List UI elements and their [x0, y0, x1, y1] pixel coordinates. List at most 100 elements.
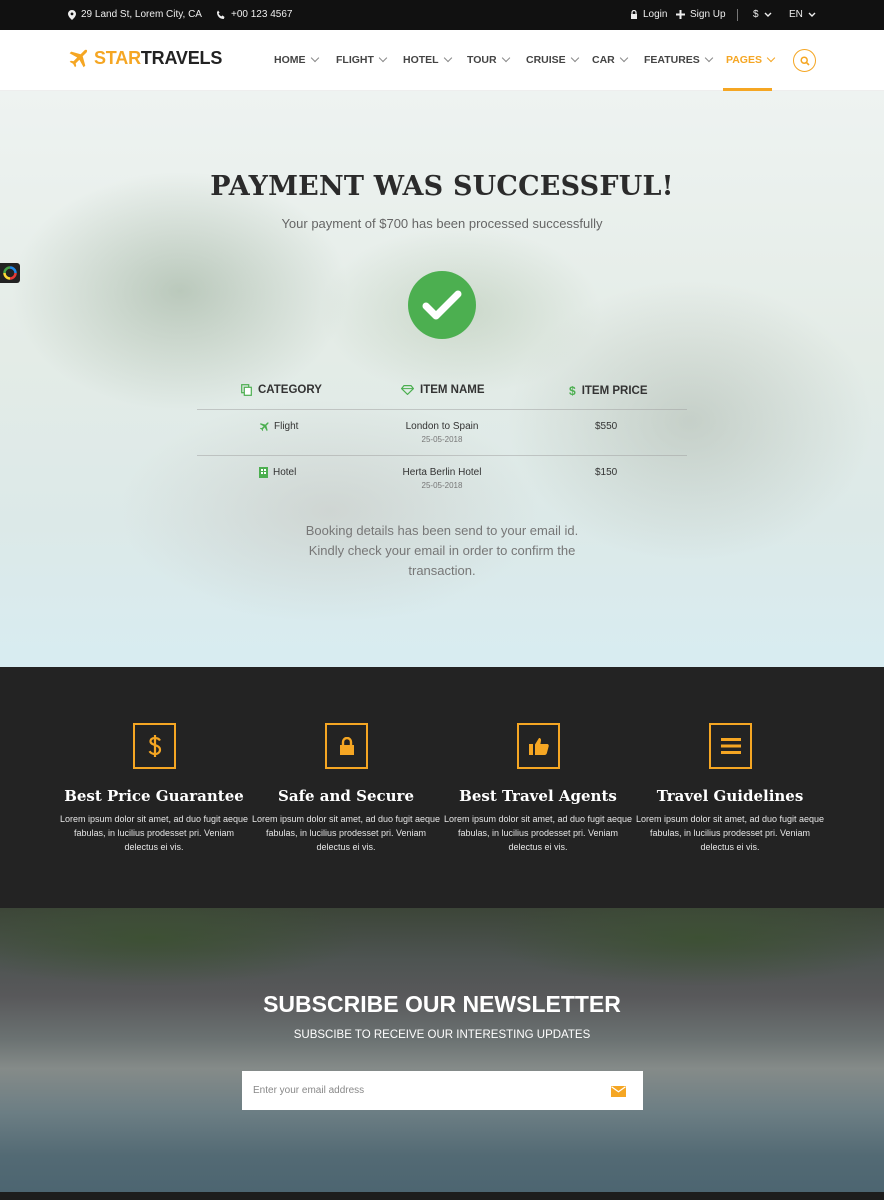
nav-home-label: HOME: [274, 54, 306, 66]
chevron-down-icon: [443, 53, 452, 63]
row-date: 25-05-2018: [421, 435, 463, 444]
nav-home[interactable]: HOME: [274, 53, 319, 66]
search-button[interactable]: [793, 49, 816, 72]
newsletter-section: SUBSCRIBE OUR NEWSLETTER SUBSCIBE TO REC…: [0, 908, 884, 1200]
feature-text: Lorem ipsum dolor sit amet, ad duo fugit…: [443, 814, 633, 852]
col-header-price-label: ITEM PRICE: [581, 385, 648, 397]
newsletter-subtitle: SUBSCIBE TO RECEIVE OUR INTERESTING UPDA…: [293, 1029, 591, 1041]
signup-label: Sign Up: [690, 9, 726, 20]
dollar-icon: [133, 723, 176, 769]
login-label: Login: [643, 9, 668, 20]
page-subtitle: Your payment of $700 has been processed …: [281, 216, 603, 231]
thumbs-up-icon: [517, 723, 560, 769]
features-section: Best Price Guarantee Lorem ipsum dolor s…: [0, 667, 884, 908]
site-header: STARTRAVELS HOME FLIGHT HOTEL TOUR CRUIS…: [0, 30, 884, 91]
chevron-down-icon: [619, 53, 628, 63]
feature-title: Best Price Guarantee: [64, 787, 244, 805]
map-pin-icon: [68, 9, 76, 20]
nav-hotel-label: HOTEL: [403, 54, 439, 66]
table-row: Flight: [259, 421, 298, 432]
row-item-name: London to Spain: [405, 421, 479, 432]
signup-link[interactable]: Sign Up: [676, 9, 726, 20]
chevron-down-icon: [501, 53, 510, 63]
nav-hotel[interactable]: HOTEL: [403, 53, 452, 66]
col-header-item-label: ITEM NAME: [420, 384, 485, 396]
page-title: PAYMENT WAS SUCCESSFUL!: [210, 171, 674, 202]
language-value: EN: [789, 9, 803, 20]
col-header-category-label: CATEGORY: [258, 384, 322, 396]
address-info: 29 Land St, Lorem City, CA: [68, 9, 202, 20]
row-date: 25-05-2018: [421, 481, 463, 490]
checkmark-icon: [422, 290, 462, 320]
chevron-down-icon: [808, 12, 816, 17]
address-text: 29 Land St, Lorem City, CA: [81, 9, 202, 20]
chevron-down-icon: [704, 53, 714, 63]
feature-text: Lorem ipsum dolor sit amet, ad duo fugit…: [251, 814, 441, 852]
nav-features[interactable]: FEATURES: [644, 53, 714, 66]
topbar-divider: [737, 9, 738, 21]
nav-car-label: CAR: [592, 54, 615, 66]
col-header-price: $ ITEM PRICE: [569, 384, 648, 398]
feature-text: Lorem ipsum dolor sit amet, ad duo fugit…: [635, 814, 825, 852]
airplane-icon: [69, 49, 88, 67]
list-icon: [709, 723, 752, 769]
col-header-item: ITEM NAME: [401, 384, 485, 396]
table-divider: [197, 455, 687, 456]
logo-travels: TRAVELS: [140, 48, 223, 68]
currency-dropdown[interactable]: $: [753, 9, 772, 20]
feature-text: Lorem ipsum dolor sit amet, ad duo fugit…: [59, 814, 249, 852]
top-bar: 29 Land St, Lorem City, CA +00 123 4567 …: [0, 0, 884, 30]
nav-car[interactable]: CAR: [592, 53, 628, 66]
row-category: Flight: [274, 421, 299, 432]
row-category: Hotel: [273, 467, 297, 478]
phone-text: +00 123 4567: [231, 9, 293, 20]
chevron-down-icon: [310, 53, 319, 63]
nav-flight[interactable]: FLIGHT: [336, 53, 388, 66]
copy-icon: [241, 384, 252, 396]
login-link[interactable]: Login: [630, 9, 667, 20]
site-logo[interactable]: STARTRAVELS: [68, 48, 222, 69]
color-switcher-toggle[interactable]: [0, 263, 20, 283]
plus-icon: [676, 10, 685, 19]
language-dropdown[interactable]: EN: [789, 9, 816, 20]
nav-cruise-label: CRUISE: [526, 54, 566, 66]
nav-tour-label: TOUR: [467, 54, 497, 66]
footer-strip: [0, 1192, 884, 1200]
booking-note: Booking details has been send to your em…: [305, 523, 579, 578]
airplane-icon: [259, 421, 269, 431]
nav-features-label: FEATURES: [644, 54, 700, 66]
success-check-icon: [408, 271, 476, 339]
feature-title: Safe and Secure: [278, 787, 414, 805]
color-wheel-icon: [3, 266, 17, 280]
nav-pages[interactable]: PAGES: [726, 53, 776, 66]
phone-icon: [217, 10, 225, 19]
diamond-icon: [401, 385, 414, 395]
table-row: Hotel: [259, 467, 296, 478]
lock-icon: [325, 723, 368, 769]
newsletter-title: SUBSCRIBE OUR NEWSLETTER: [263, 991, 621, 1017]
nav-pages-label: PAGES: [726, 54, 762, 66]
dollar-icon: $: [569, 384, 576, 398]
row-price: $550: [595, 421, 618, 432]
chevron-down-icon: [378, 53, 388, 63]
col-header-category: CATEGORY: [241, 384, 322, 396]
feature-title: Best Travel Agents: [459, 787, 617, 805]
newsletter-submit-button[interactable]: [605, 1078, 631, 1104]
nav-tour[interactable]: TOUR: [467, 53, 510, 66]
currency-value: $: [753, 9, 759, 20]
envelope-icon: [610, 1085, 626, 1097]
table-divider: [197, 409, 687, 410]
nav-flight-label: FLIGHT: [336, 54, 374, 66]
logo-star: STAR: [94, 48, 141, 68]
chevron-down-icon: [766, 53, 776, 63]
payment-success-hero: PAYMENT WAS SUCCESSFUL! Your payment of …: [0, 91, 884, 667]
phone-info: +00 123 4567: [216, 9, 292, 20]
search-icon: [799, 55, 810, 66]
lock-icon: [631, 10, 637, 19]
newsletter-email-input[interactable]: [242, 1071, 643, 1110]
feature-title: Travel Guidelines: [656, 787, 804, 805]
row-price: $150: [595, 467, 618, 478]
building-icon: [259, 467, 268, 478]
chevron-down-icon: [764, 12, 772, 17]
nav-cruise[interactable]: CRUISE: [526, 53, 579, 66]
